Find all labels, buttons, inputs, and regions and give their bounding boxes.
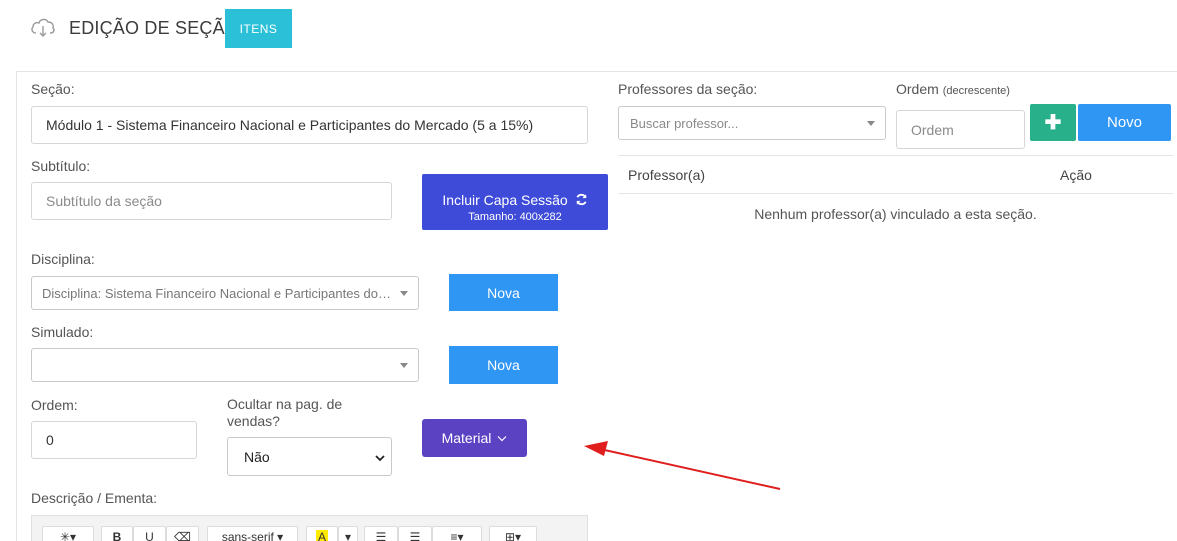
add-professor-button[interactable]: ✚ <box>1030 104 1076 141</box>
simulado-label: Simulado: <box>31 324 94 340</box>
professor-ordem-label: Ordem (decrescente) <box>896 81 1010 97</box>
professores-table-header: Professor(a) Ação <box>618 155 1173 194</box>
font-family-dropdown[interactable]: sans-serif ▾ <box>207 526 298 541</box>
underline-icon[interactable]: U <box>133 526 166 541</box>
bold-icon[interactable]: B <box>101 526 133 541</box>
plus-icon: ✚ <box>1044 112 1062 134</box>
simulado-select[interactable] <box>31 348 419 382</box>
nova-disciplina-button[interactable]: Nova <box>449 274 558 311</box>
nova-simulado-button[interactable]: Nova <box>449 346 558 384</box>
secao-input[interactable]: Módulo 1 - Sistema Financeiro Nacional e… <box>31 106 588 144</box>
professor-ordem-title: Ordem <box>896 81 939 97</box>
material-label: Material <box>441 430 492 446</box>
capa-button-label: Incluir Capa Sessão <box>442 192 568 208</box>
subtitulo-label: Subtítulo: <box>31 158 91 174</box>
subtitulo-input[interactable]: Subtítulo da seção <box>31 182 392 220</box>
professor-search-placeholder: Buscar professor... <box>630 115 739 131</box>
highlight-swatch: A <box>315 530 328 541</box>
ocultar-value: Não <box>244 448 270 465</box>
capa-button-title: Incluir Capa Sessão <box>422 192 608 208</box>
font-name: sans-serif <box>221 530 274 541</box>
editor-toolbar: ✳▾ B U ⌫ sans-serif ▾ A ▾ ☰ ☰ ≡▾ ⊞▾ <box>31 515 588 541</box>
numbered-list-icon[interactable]: ☰ <box>398 526 432 541</box>
bullet-list-icon[interactable]: ☰ <box>364 526 398 541</box>
descricao-label: Descrição / Ementa: <box>31 490 158 506</box>
table-icon[interactable]: ⊞▾ <box>489 526 537 541</box>
col-professor: Professor(a) <box>628 167 706 183</box>
chevron-down-icon <box>400 291 408 296</box>
refresh-icon <box>576 193 587 206</box>
disciplina-select[interactable]: Disciplina: Sistema Financeiro Nacional … <box>31 276 419 310</box>
itens-button[interactable]: ITENS <box>225 9 292 48</box>
text-color-icon[interactable]: A <box>306 526 338 541</box>
color-dropdown-icon[interactable]: ▾ <box>338 526 358 541</box>
ordem-input[interactable]: 0 <box>31 421 197 459</box>
col-acao: Ação <box>1060 167 1092 183</box>
incluir-capa-button[interactable]: Incluir Capa Sessão Tamanho: 400x282 <box>422 174 608 230</box>
novo-professor-button[interactable]: Novo <box>1078 104 1171 141</box>
page-title: EDIÇÃO DE SEÇÃO <box>69 18 240 38</box>
page-header: EDIÇÃO DE SEÇÃO ITENS <box>0 0 1177 60</box>
ordem-label: Ordem: <box>31 397 78 413</box>
ocultar-label: Ocultar na pag. de vendas? <box>227 396 343 429</box>
disciplina-label: Disciplina: <box>31 251 95 267</box>
chevron-down-icon <box>400 363 408 368</box>
professores-empty-message: Nenhum professor(a) vinculado a esta seç… <box>754 206 1037 222</box>
eraser-icon[interactable]: ⌫ <box>166 526 199 541</box>
professor-ordem-input[interactable]: Ordem <box>896 110 1025 149</box>
chevron-down-icon <box>375 455 385 462</box>
align-dropdown-icon[interactable]: ≡▾ <box>432 526 482 541</box>
chevron-down-icon <box>867 121 875 126</box>
secao-label: Seção: <box>31 81 75 97</box>
chevron-down-icon <box>497 435 507 441</box>
capa-size-hint: Tamanho: 400x282 <box>468 211 562 223</box>
professor-ordem-hint: (decrescente) <box>942 85 1010 97</box>
disciplina-value: Disciplina: Sistema Financeiro Nacional … <box>42 285 391 301</box>
professor-search-select[interactable]: Buscar professor... <box>618 106 886 140</box>
magic-style-icon[interactable]: ✳▾ <box>42 526 94 541</box>
ocultar-select[interactable]: Não <box>227 437 392 476</box>
professores-label: Professores da seção: <box>618 81 758 97</box>
cloud-download-icon <box>31 18 55 37</box>
material-dropdown-button[interactable]: Material <box>422 419 527 457</box>
